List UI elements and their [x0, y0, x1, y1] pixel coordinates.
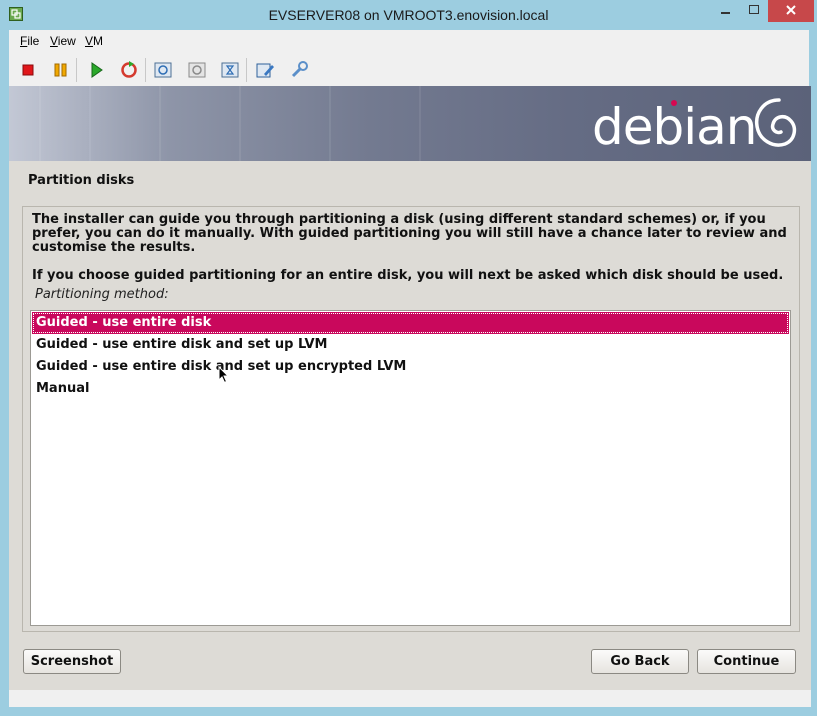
- menu-vm-accel: V: [85, 34, 94, 48]
- partitioning-method-list[interactable]: Guided - use entire disk Guided - use en…: [30, 310, 791, 626]
- menu-vm[interactable]: VM: [85, 34, 103, 48]
- snapshot-manager-button[interactable]: [217, 57, 243, 83]
- banner-stripe: [89, 86, 91, 161]
- reset-icon: [121, 61, 137, 78]
- maximize-icon: [749, 5, 759, 14]
- banner-stripe: [39, 86, 41, 161]
- page-title: Partition disks: [28, 173, 135, 188]
- option-guided-lvm[interactable]: Guided - use entire disk and set up LVM: [32, 334, 789, 356]
- mouse-cursor-icon: [218, 366, 230, 384]
- option-guided-entire-disk[interactable]: Guided - use entire disk: [32, 312, 789, 334]
- toolbar-separator: [145, 58, 146, 82]
- menu-vm-label: M: [93, 34, 104, 48]
- screenshot-button[interactable]: Screenshot: [23, 649, 121, 674]
- toolbar-separator: [76, 58, 77, 82]
- take-snapshot-button[interactable]: [150, 57, 176, 83]
- option-guided-encrypted-lvm[interactable]: Guided - use entire disk and set up encr…: [32, 356, 789, 378]
- option-manual[interactable]: Manual: [32, 378, 789, 400]
- menu-view[interactable]: View: [50, 34, 76, 48]
- edit-settings-button[interactable]: [252, 57, 278, 83]
- minimize-icon: [721, 12, 730, 14]
- menubar: File View VM: [9, 30, 809, 54]
- debian-dot-icon: [671, 100, 677, 106]
- toolbar: [9, 54, 809, 86]
- statusbar: [9, 690, 811, 707]
- installer-banner: debian: [9, 86, 811, 161]
- menu-view-label: iew: [57, 34, 76, 48]
- toolbar-separator: [246, 58, 247, 82]
- menu-file[interactable]: File: [20, 34, 39, 48]
- window-titlebar: EVSERVER08 on VMROOT3.enovision.local: [0, 0, 817, 30]
- vm-tools-icon: [291, 61, 308, 78]
- revert-snapshot-icon: [188, 62, 206, 78]
- reset-button[interactable]: [116, 57, 142, 83]
- banner-stripe: [329, 86, 331, 161]
- stop-icon: [22, 64, 34, 76]
- installer-panel: The installer can guide you through part…: [22, 206, 800, 632]
- banner-stripe: [159, 86, 161, 161]
- vm-tools-button[interactable]: [286, 57, 312, 83]
- menu-view-accel: V: [50, 34, 58, 48]
- go-back-button[interactable]: Go Back: [591, 649, 689, 674]
- revert-snapshot-button[interactable]: [184, 57, 210, 83]
- close-icon: [786, 5, 796, 15]
- play-icon: [91, 62, 103, 78]
- banner-stripe: [419, 86, 421, 161]
- snapshot-icon: [154, 62, 172, 78]
- installer-hint: If you choose guided partitioning for an…: [32, 268, 784, 283]
- banner-stripe: [239, 86, 241, 161]
- menu-file-label: ile: [27, 34, 40, 48]
- partitioning-method-label: Partitioning method:: [35, 287, 169, 302]
- edit-settings-icon: [256, 63, 274, 78]
- pause-icon: [54, 63, 67, 77]
- window-title: EVSERVER08 on VMROOT3.enovision.local: [268, 7, 549, 23]
- installer-description: The installer can guide you through part…: [32, 212, 787, 255]
- suspend-button[interactable]: [48, 57, 74, 83]
- manage-snapshots-icon: [221, 62, 239, 78]
- close-button[interactable]: [768, 0, 814, 22]
- continue-button[interactable]: Continue: [697, 649, 796, 674]
- power-off-button[interactable]: [15, 57, 41, 83]
- maximize-button[interactable]: [740, 0, 768, 22]
- vm-console-screen[interactable]: debian Partition disks The installer can…: [9, 86, 811, 690]
- debian-swirl-icon: [754, 98, 797, 147]
- debian-logo-text: debian: [592, 98, 757, 156]
- minimize-button[interactable]: [711, 0, 740, 22]
- power-on-button[interactable]: [83, 57, 109, 83]
